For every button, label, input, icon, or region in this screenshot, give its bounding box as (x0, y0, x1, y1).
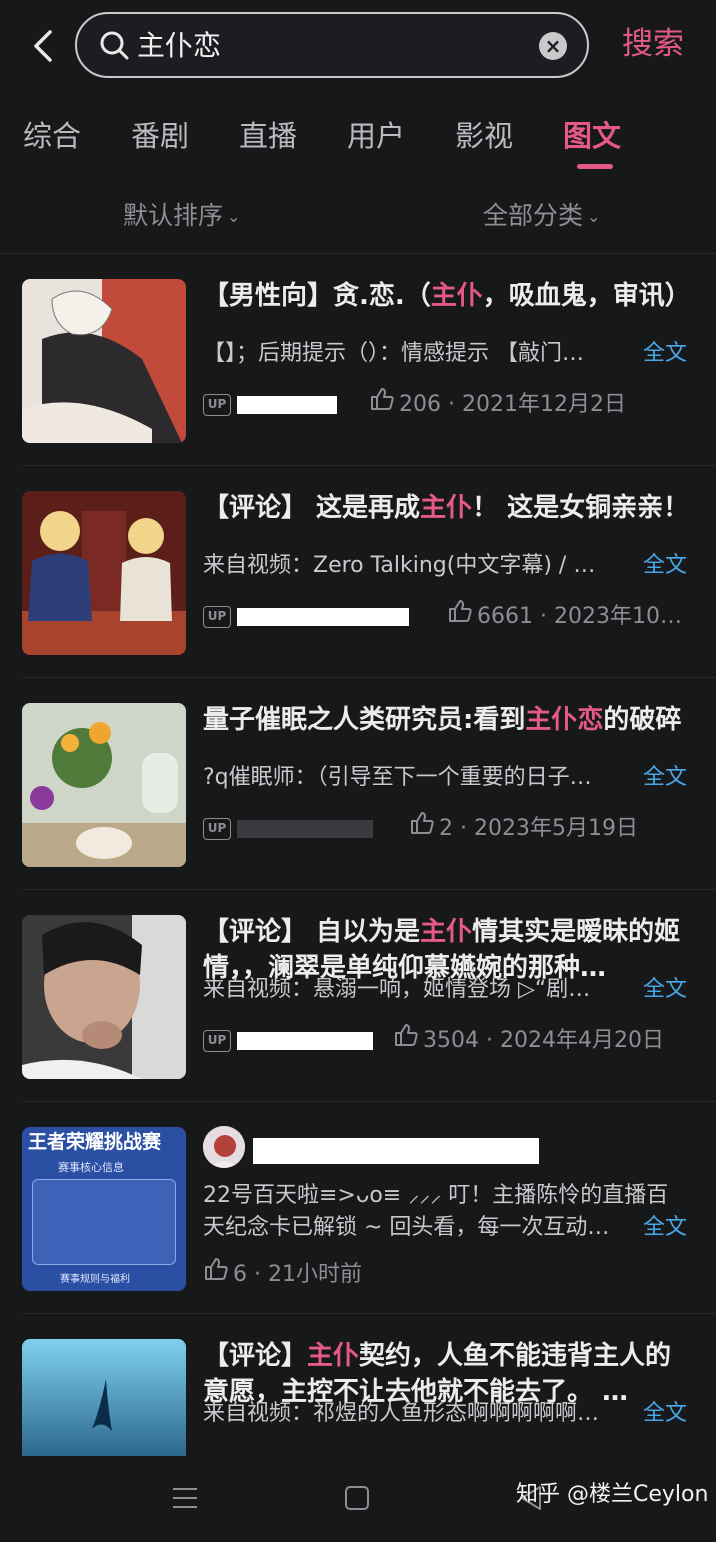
result-meta: 6 · 21小时前 (203, 1256, 708, 1292)
system-nav-bar: 知乎 @楼兰Ceylon (0, 1456, 716, 1542)
result-item[interactable]: 王者荣耀挑战赛 赛事核心信息 赛事规则与福利 22号百天啦≡>ᴗo≡ ⸝⸝⸝ 叮… (0, 1102, 716, 1314)
chevron-down-icon: ⌄ (587, 207, 601, 226)
result-meta: UP 6661 · 2023年10… (203, 598, 708, 634)
redacted-author (237, 820, 373, 838)
author-row (203, 1124, 693, 1174)
result-meta: UP 206 · 2021年12月2日 (203, 386, 708, 422)
up-badge-icon: UP (203, 818, 231, 840)
thumbnail-subtitle: 赛事核心信息 (58, 1161, 124, 1174)
like-count: 3504 (423, 1028, 479, 1053)
up-badge-icon: UP (203, 606, 231, 628)
full-text-link[interactable]: 全文 (640, 336, 687, 372)
full-text-link[interactable]: 全文 (640, 1396, 687, 1432)
top-bar: 主仆恋 × 搜索 (0, 0, 716, 96)
thumbs-up-icon[interactable] (409, 810, 435, 846)
full-text-link[interactable]: 全文 (640, 972, 687, 1008)
redacted-author (237, 1032, 373, 1050)
category-label: 全部分类 (483, 201, 584, 230)
like-count: 2 (439, 816, 453, 841)
result-meta: UP 3504 · 2024年4月20日 (203, 1022, 708, 1058)
thumbnail-footer: 赛事规则与福利 (60, 1274, 130, 1285)
full-text-link[interactable]: 全文 (640, 760, 687, 796)
category-dropdown[interactable]: 全部分类 ⌄ (483, 198, 600, 235)
search-icon (97, 28, 131, 62)
home-icon[interactable] (345, 1486, 369, 1510)
result-item[interactable]: 【评论】 自以为是主仆情其实是暧昧的姬情，，澜翠是单纯仰慕嬿婉的那种… 来自视频… (0, 890, 716, 1102)
like-count: 6661 (477, 604, 533, 629)
thumbs-up-icon[interactable] (369, 386, 395, 422)
thumbs-up-icon[interactable] (393, 1022, 419, 1058)
result-description: 来自视频：祁煜的人鱼形态啊啊啊啊啊… 全文 (203, 1396, 693, 1432)
result-thumbnail (22, 1339, 186, 1456)
full-text-link[interactable]: 全文 (640, 548, 687, 584)
tab-live[interactable]: 直播 (239, 116, 297, 156)
result-item[interactable]: 【评论】主仆契约，人鱼不能违背主人的意愿，主控不让去他就不能去了。 … 来自视频… (0, 1314, 716, 1456)
sort-dropdown[interactable]: 默认排序 ⌄ (123, 198, 240, 235)
publish-date: 2021年12月2日 (461, 392, 626, 417)
like-count: 206 (399, 392, 441, 417)
result-description: 来自视频：悬溺一响，姬情登场 ▷“剧… 全文 (203, 972, 693, 1008)
redacted-author (237, 608, 409, 626)
tab-users[interactable]: 用户 (347, 116, 405, 156)
clear-icon[interactable]: × (539, 32, 567, 60)
avatar[interactable] (203, 1126, 245, 1168)
back-arrow-icon[interactable] (26, 24, 60, 68)
result-thumbnail: 王者荣耀挑战赛 赛事核心信息 赛事规则与福利 (22, 1127, 186, 1291)
filter-bar: 默认排序 ⌄ 全部分类 ⌄ (0, 190, 716, 242)
result-thumbnail (22, 915, 186, 1079)
result-item[interactable]: 【评论】 这是再成主仆！ 这是女铜亲亲！ 来自视频：Zero Talking(中… (0, 466, 716, 678)
tab-film[interactable]: 影视 (455, 116, 513, 156)
chevron-down-icon: ⌄ (227, 207, 241, 226)
publish-date: 2023年10… (553, 604, 682, 629)
sort-label: 默认排序 (123, 201, 224, 230)
thumbs-up-icon[interactable] (447, 598, 473, 634)
result-item[interactable]: 量子催眠之人类研究员:看到主仆恋的破碎 ?q催眠师：（引导至下一个重要的日子… 全… (0, 678, 716, 890)
publish-date: 2023年5月19日 (473, 816, 638, 841)
publish-time: 21小时前 (267, 1262, 362, 1287)
like-count: 6 (233, 1262, 247, 1287)
tab-anime[interactable]: 番剧 (131, 116, 189, 156)
result-description: ?q催眠师：（引导至下一个重要的日子… 全文 (203, 760, 693, 796)
result-item[interactable]: 【男性向】贪.恋.（主仆，吸血鬼，审讯） 【】；后期提示（）：情感提示 【敲门…… (0, 254, 716, 466)
tab-comprehensive[interactable]: 综合 (23, 116, 81, 156)
result-description: 天纪念卡已解锁 ~ 回头看，每一次互动… 全文 (203, 1210, 693, 1246)
search-query: 主仆恋 (137, 29, 222, 62)
tab-articles[interactable]: 图文 (563, 116, 621, 156)
result-description: 【】；后期提示（）：情感提示 【敲门… 全文 (203, 336, 693, 372)
up-badge-icon: UP (203, 1030, 231, 1052)
up-badge-icon: UP (203, 394, 231, 416)
result-title: 【男性向】贪.恋.（主仆，吸血鬼，审讯） (203, 281, 691, 311)
redacted-author (237, 396, 337, 414)
redacted-author (253, 1138, 539, 1164)
thumbnail-panel (32, 1179, 176, 1265)
result-title: 【评论】 这是再成主仆！ 这是女铜亲亲！ (203, 493, 690, 523)
result-thumbnail (22, 703, 186, 867)
search-button[interactable]: 搜索 (622, 22, 684, 66)
thumbs-up-icon[interactable] (203, 1256, 229, 1292)
result-thumbnail (22, 491, 186, 655)
result-meta: UP 2 · 2023年5月19日 (203, 810, 708, 846)
active-tab-indicator (577, 164, 613, 169)
menu-icon[interactable] (172, 1486, 198, 1510)
result-title: 量子催眠之人类研究员:看到主仆恋的破碎 (203, 705, 682, 735)
watermark: 知乎 @楼兰Ceylon (516, 1482, 709, 1507)
result-description: 来自视频：Zero Talking(中文字幕) / … 全文 (203, 548, 693, 584)
publish-date: 2024年4月20日 (499, 1028, 664, 1053)
thumbnail-title: 王者荣耀挑战赛 (28, 1131, 162, 1153)
result-thumbnail (22, 279, 186, 443)
search-input[interactable]: 主仆恋 × (75, 12, 589, 78)
full-text-link[interactable]: 全文 (640, 1210, 687, 1246)
result-description-line1: 22号百天啦≡>ᴗo≡ ⸝⸝⸝ 叮！主播陈怜的直播百 (203, 1183, 669, 1208)
